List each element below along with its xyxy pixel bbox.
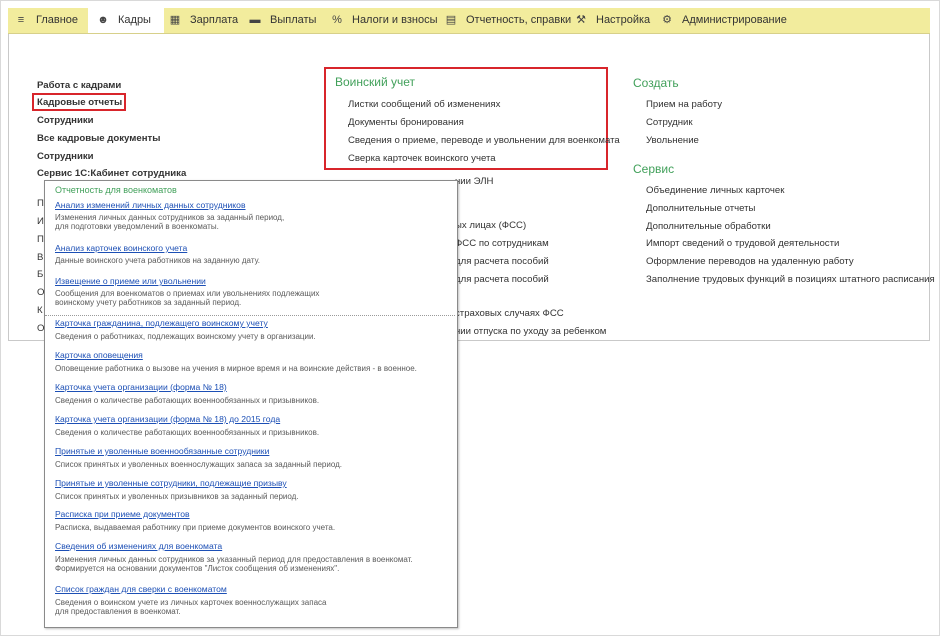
middle-link-fragment[interactable]: для расчета пособий xyxy=(455,256,549,267)
military-link-change-sheets[interactable]: Листки сообщений об изменениях xyxy=(348,99,500,110)
menu-item-label: Администрирование xyxy=(682,14,787,26)
nav-employees-2[interactable]: Сотрудники xyxy=(37,151,94,162)
menu-item-label: Зарплата xyxy=(190,14,239,26)
report-link[interactable]: Извещение о приеме или увольнении xyxy=(55,276,206,286)
menu-item-label: Кадры xyxy=(118,14,151,26)
service-link-fill-job-functions[interactable]: Заполнение трудовых функций в позициях ш… xyxy=(646,274,935,285)
menu-item-reports[interactable]: ▤ Отчетность, справки xyxy=(444,8,571,33)
report-description: Расписка, выдаваемая работнику при прием… xyxy=(55,523,336,532)
report-description: для подготовки уведомлений в военкоматы. xyxy=(55,222,219,231)
gear-icon: ⚙ xyxy=(662,14,672,26)
hamburger-icon: ≡ xyxy=(17,14,25,26)
nav-hr-reports[interactable]: Кадровые отчеты xyxy=(37,97,122,108)
report-link[interactable]: Анализ изменений личных данных сотрудник… xyxy=(55,200,246,210)
middle-link-fragment[interactable]: ых лицах (ФСС) xyxy=(455,220,526,231)
report-link[interactable]: Карточка гражданина, подлежащего воинско… xyxy=(55,318,268,328)
wallet-icon: ▬ xyxy=(249,14,261,26)
calculator-icon: ▦ xyxy=(169,14,181,26)
people-icon: ☻ xyxy=(97,14,109,26)
percent-icon: % xyxy=(332,14,342,26)
report-description: Сведения о количестве работающих военноо… xyxy=(55,428,320,437)
report-link[interactable]: Карточка оповещения xyxy=(55,350,143,360)
military-link-reservation-docs[interactable]: Документы бронирования xyxy=(348,117,464,128)
report-description: Оповещение работника о вызове на учения … xyxy=(55,364,417,373)
nav-truncated-item[interactable]: В xyxy=(37,252,43,263)
service-link-extra-reports[interactable]: Дополнительные отчеты xyxy=(646,203,755,214)
create-link-hire[interactable]: Прием на работу xyxy=(646,99,722,110)
menu-item-taxes[interactable]: % Налоги и взносы xyxy=(330,8,438,33)
report-description: Список принятых и уволенных военнослужащ… xyxy=(55,460,342,469)
menu-item-settings[interactable]: ⚒ Настройка xyxy=(574,8,650,33)
military-link-card-reconciliation[interactable]: Сверка карточек воинского учета xyxy=(348,153,496,164)
service-link-extra-processing[interactable]: Дополнительные обработки xyxy=(646,221,771,232)
service-section-title: Сервис xyxy=(633,162,675,176)
nav-truncated-item[interactable]: П xyxy=(37,198,44,209)
nav-truncated-item[interactable]: Б xyxy=(37,269,43,280)
documents-icon: ▤ xyxy=(445,14,457,26)
menu-item-hr[interactable]: ☻ Кадры xyxy=(88,8,164,33)
service-link-import-labor-info[interactable]: Импорт сведений о трудовой деятельности xyxy=(646,238,839,249)
create-link-dismissal[interactable]: Увольнение xyxy=(646,135,699,146)
nav-employee-cabinet[interactable]: Сервис 1С:Кабинет сотрудника xyxy=(37,168,186,179)
menu-item-admin[interactable]: ⚙ Администрирование xyxy=(660,8,787,33)
middle-link-fragment[interactable]: для расчета пособий xyxy=(455,274,549,285)
report-link[interactable]: Принятые и уволенные военнообязанные сот… xyxy=(55,446,269,456)
report-description: Список принятых и уволенных призывников … xyxy=(55,492,299,501)
nav-truncated-item[interactable]: К xyxy=(37,305,43,316)
popup-header: Отчетность для военкоматов xyxy=(55,185,177,195)
nav-truncated-item[interactable]: И xyxy=(37,216,44,227)
military-reports-popup: Отчетность для военкоматов Анализ измене… xyxy=(44,180,458,628)
military-section-title: Воинский учет xyxy=(335,75,416,89)
military-link-hire-transfer-info[interactable]: Сведения о приеме, переводе и увольнении… xyxy=(348,135,620,146)
nav-all-hr-documents[interactable]: Все кадровые документы xyxy=(37,133,160,144)
menu-item-label: Выплаты xyxy=(270,14,317,26)
menu-item-payments[interactable]: ▬ Выплаты xyxy=(248,8,317,33)
menu-item-main[interactable]: ≡ Главное xyxy=(14,8,88,33)
wrench-icon: ⚒ xyxy=(576,14,586,26)
report-description: для предоставления в военкомат. xyxy=(55,607,181,616)
middle-link-fragment[interactable]: нии ЭЛН xyxy=(455,176,493,187)
service-link-merge-cards[interactable]: Объединение личных карточек xyxy=(646,185,784,196)
nav-employees[interactable]: Сотрудники xyxy=(37,115,94,126)
report-link[interactable]: Карточка учета организации (форма № 18) … xyxy=(55,414,280,424)
menu-item-label: Главное xyxy=(36,14,79,26)
create-section-title: Создать xyxy=(633,76,679,90)
popup-separator xyxy=(45,315,455,317)
middle-link-fragment[interactable]: нии отпуска по уходу за ребенком xyxy=(455,326,606,337)
report-description: Данные воинского учета работников на зад… xyxy=(55,256,260,265)
report-link[interactable]: Расписка при приеме документов xyxy=(55,509,190,519)
report-link[interactable]: Карточка учета организации (форма № 18) xyxy=(55,382,227,392)
report-link[interactable]: Принятые и уволенные сотрудники, подлежа… xyxy=(55,478,287,488)
menu-item-label: Отчетность, справки xyxy=(466,14,572,26)
report-description: Сведения о количестве работающих военноо… xyxy=(55,396,320,405)
nav-truncated-item[interactable]: П xyxy=(37,234,44,245)
service-link-remote-transfers[interactable]: Оформление переводов на удаленную работу xyxy=(646,256,854,267)
middle-link-fragment[interactable]: страховых случаях ФСС xyxy=(455,308,564,319)
nav-hr-work[interactable]: Работа с кадрами xyxy=(37,80,121,91)
create-link-employee[interactable]: Сотрудник xyxy=(646,117,693,128)
report-description: Формируется на основании документов "Лис… xyxy=(55,564,340,573)
menu-item-label: Настройка xyxy=(596,14,651,26)
menu-item-label: Налоги и взносы xyxy=(352,14,438,26)
report-link[interactable]: Анализ карточек воинского учета xyxy=(55,243,187,253)
report-description: воинскому учету работников за заданный п… xyxy=(55,298,242,307)
menu-item-salary[interactable]: ▦ Зарплата xyxy=(168,8,238,33)
report-link[interactable]: Список граждан для сверки с военкоматом xyxy=(55,584,227,594)
report-description: Сведения о работниках, подлежащих воинск… xyxy=(55,332,316,341)
middle-link-fragment[interactable]: ФСС по сотрудникам xyxy=(455,238,549,249)
report-link[interactable]: Сведения об изменениях для военкомата xyxy=(55,541,222,551)
main-menu-bar: ≡ Главное ☻ Кадры ▦ Зарплата ▬ Выплаты % Нало… xyxy=(8,8,930,34)
